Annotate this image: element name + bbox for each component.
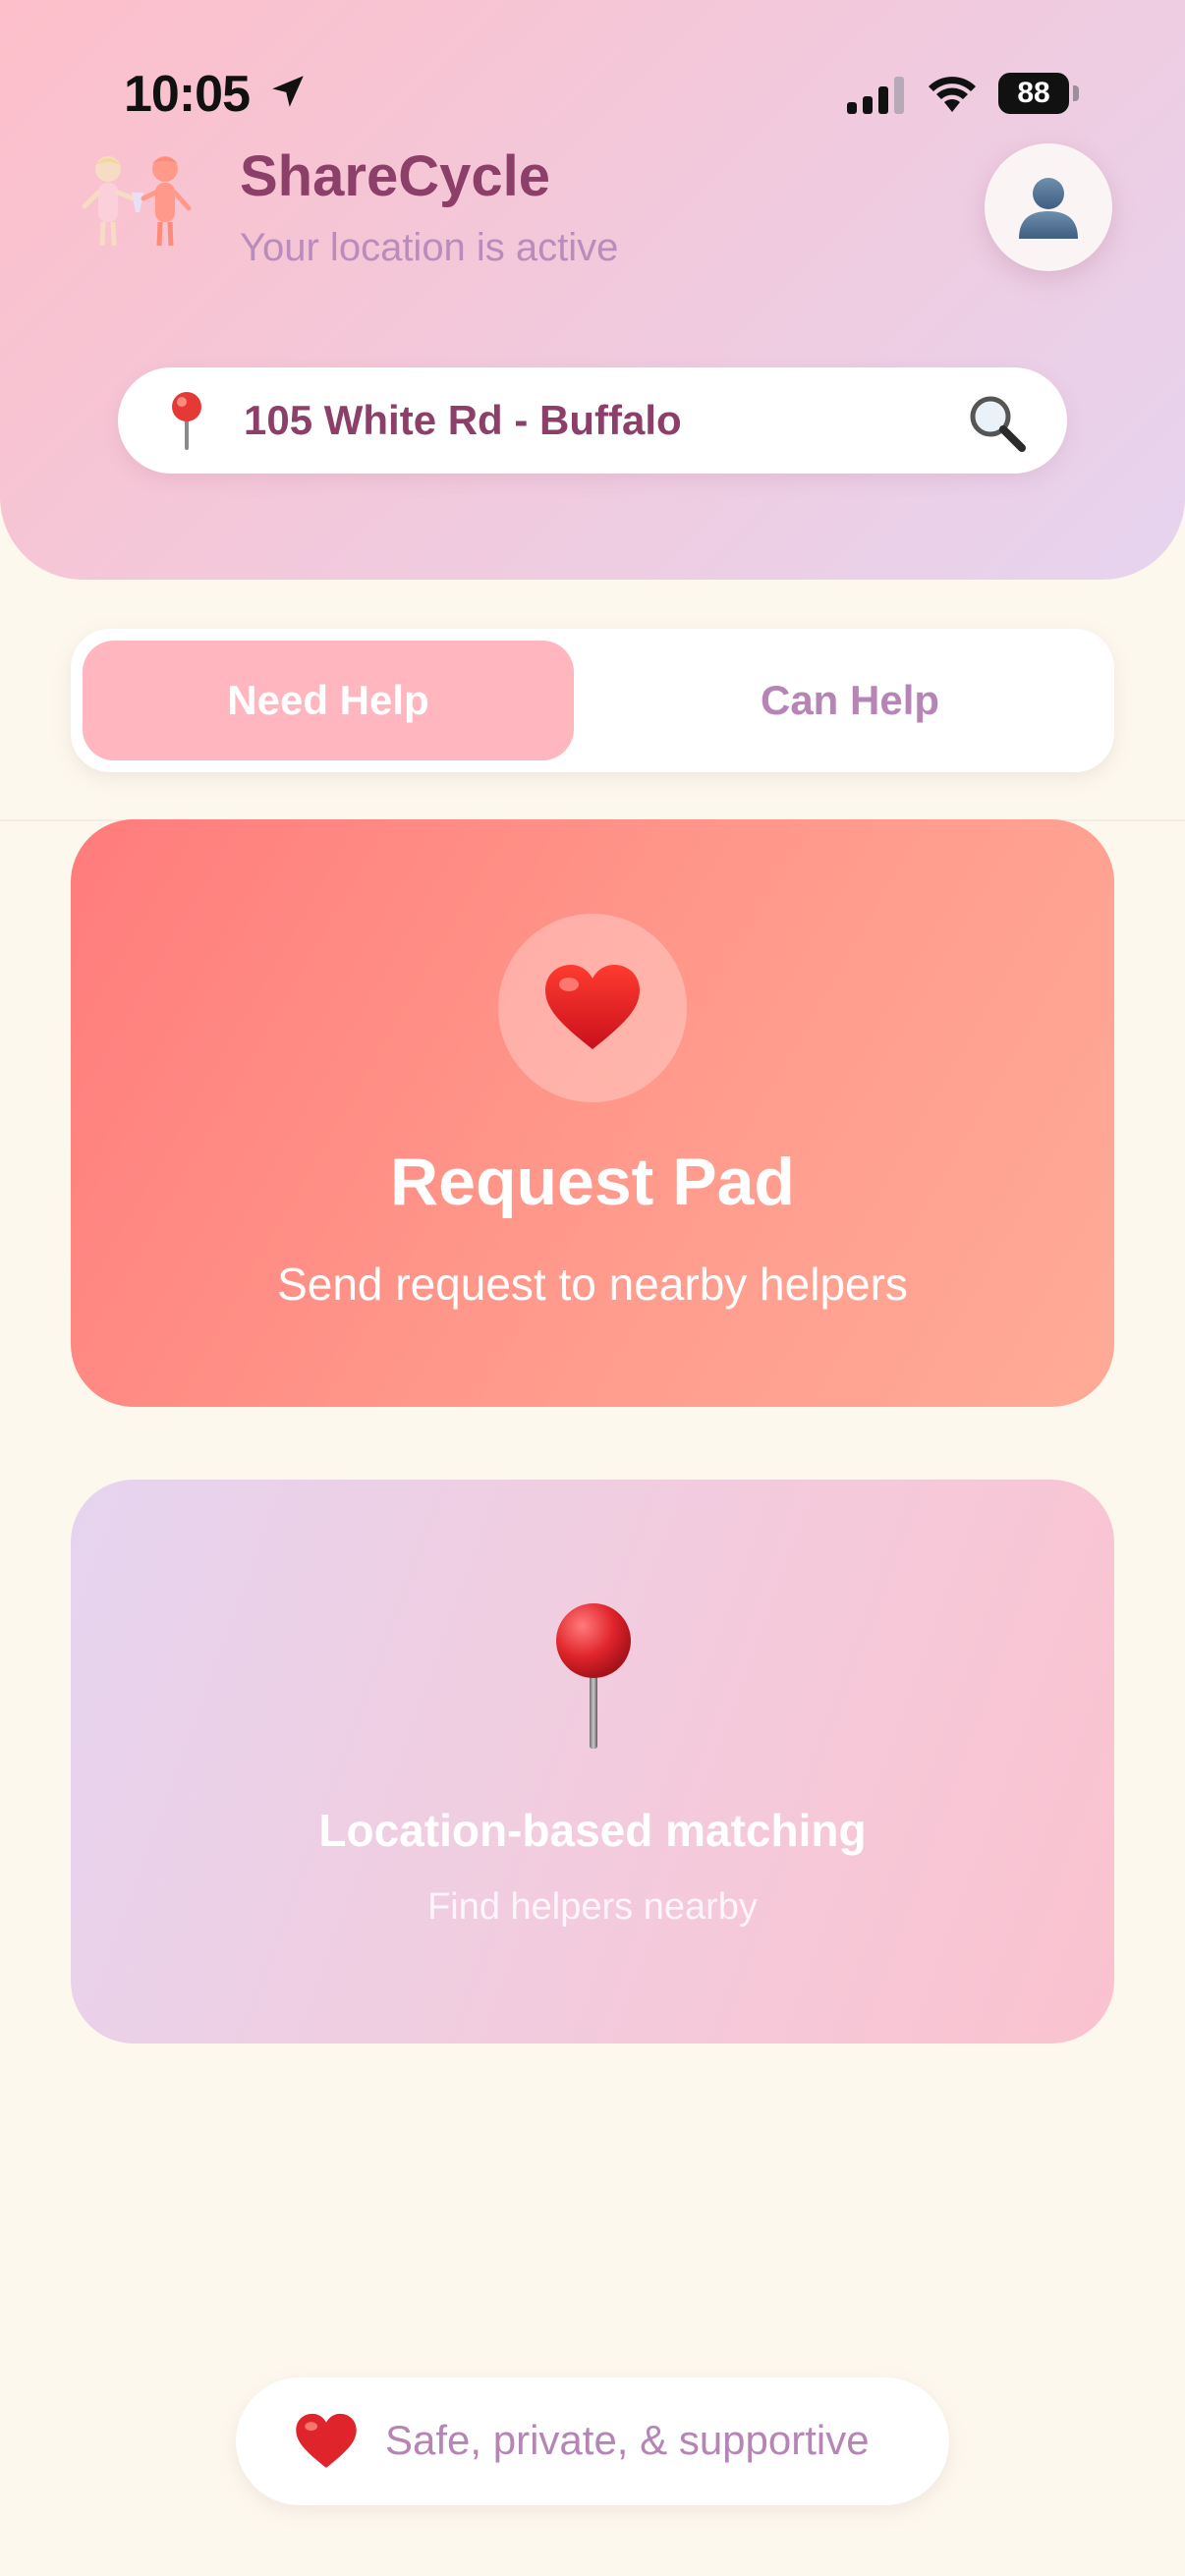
pushpin-icon: [556, 1603, 631, 1749]
help-mode-toggle: Need Help Can Help: [71, 629, 1114, 772]
footer-text: Safe, private, & supportive: [385, 2417, 870, 2463]
request-pad-title: Request Pad: [390, 1145, 795, 1219]
location-matching-title: Location-based matching: [318, 1805, 867, 1856]
location-arrow-icon: [272, 76, 304, 107]
tab-can-help[interactable]: Can Help: [597, 641, 1102, 760]
location-status-text: Your location is active: [240, 226, 619, 269]
heart-icon: [545, 965, 640, 1049]
battery-level: 88: [998, 73, 1069, 114]
battery-icon: 88: [998, 73, 1081, 114]
footer-badge: Safe, private, & supportive: [236, 2378, 949, 2505]
tab-bar-container: Need Help Can Help: [0, 580, 1185, 821]
magnifier-icon[interactable]: [965, 391, 1028, 454]
location-matching-card: Location-based matching Find helpers nea…: [71, 1480, 1114, 2044]
two-people-illustration: [82, 156, 192, 247]
profile-button[interactable]: [985, 143, 1112, 271]
request-pad-card[interactable]: Request Pad Send request to nearby helpe…: [71, 819, 1114, 1407]
location-matching-subtitle: Find helpers nearby: [427, 1886, 758, 1928]
location-search-bar[interactable]: 105 White Rd - Buffalo: [118, 367, 1067, 474]
status-time: 10:05: [124, 66, 251, 123]
status-bar: 10:05 88: [0, 0, 1185, 138]
red-pin-icon: [172, 392, 201, 450]
address-text: 105 White Rd - Buffalo: [244, 397, 682, 443]
heart-icon: [296, 2413, 357, 2468]
request-pad-subtitle: Send request to nearby helpers: [277, 1259, 908, 1310]
header: 10:05 88 ShareCycle Your location is act…: [0, 0, 1185, 580]
heart-icon-badge: [498, 914, 687, 1102]
signal-icon: [847, 77, 904, 114]
wifi-icon: [929, 77, 976, 112]
user-silhouette-icon: [1019, 178, 1078, 239]
app-title: ShareCycle: [240, 144, 550, 208]
tab-need-help[interactable]: Need Help: [83, 641, 574, 760]
